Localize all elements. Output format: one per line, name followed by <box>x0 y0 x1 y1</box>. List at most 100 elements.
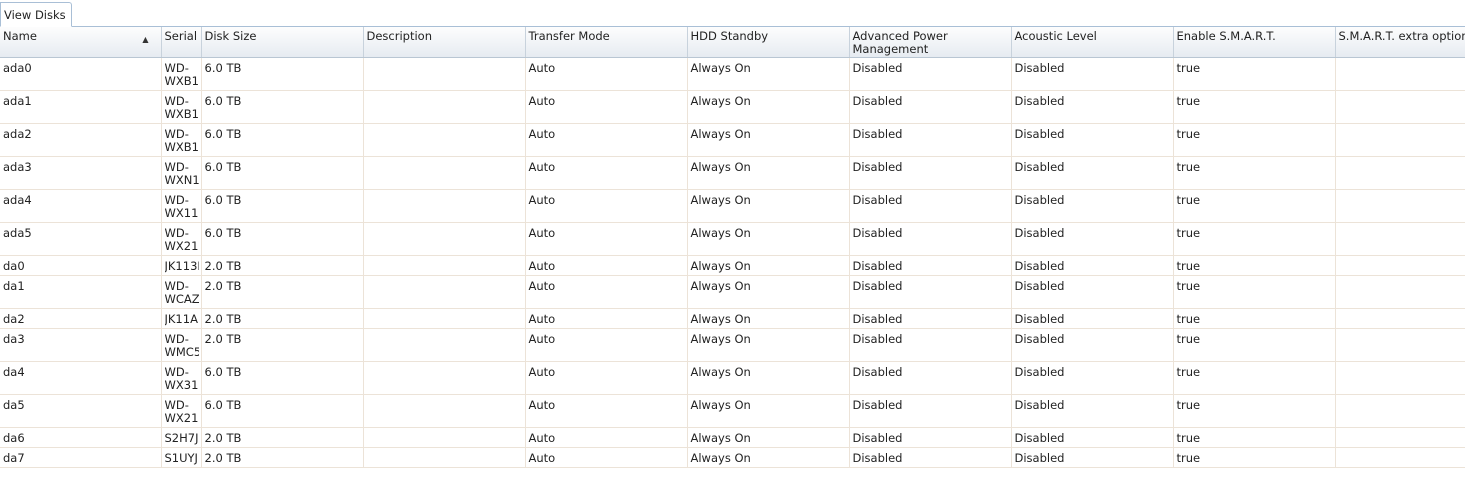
serial-line: WD- <box>164 94 189 108</box>
serial-line: WX21D <box>164 239 199 253</box>
tab-view-disks[interactable]: View Disks <box>0 2 72 27</box>
cell-serial: WD- WCAZ <box>161 275 202 309</box>
cell-enable-smart: true <box>1173 361 1336 395</box>
cell-transfer-mode: Auto <box>525 275 688 309</box>
cell-enable-smart: true <box>1173 328 1336 362</box>
table-row[interactable]: ada0WD-WXB1I6.0 TBAutoAlways OnDisabledD… <box>0 57 1465 91</box>
cell-acoustic-level: Disabled <box>1011 156 1174 190</box>
column-header-transfer-mode[interactable]: Transfer Mode <box>525 27 688 58</box>
table-row[interactable]: da1 WD- WCAZ 2.0 TB Auto Always On Disabled Dis… <box>0 275 1465 309</box>
column-header-apm[interactable]: Advanced Power Management <box>849 27 1012 58</box>
cell-hdd-standby: Always On <box>687 427 850 448</box>
cell-description <box>363 427 526 448</box>
cell-description <box>363 189 526 223</box>
cell-description <box>363 123 526 157</box>
cell-serial: WD-WXB1I <box>161 90 202 124</box>
cell-hdd-standby: Always On <box>687 328 850 362</box>
cell-description <box>363 328 526 362</box>
table-row[interactable]: da0 JK113I 2.0 TB Auto Always On Disabled Disa… <box>0 255 1465 276</box>
cell-description <box>363 394 526 428</box>
column-header-enable-smart[interactable]: Enable S.M.A.R.T. <box>1173 27 1336 58</box>
cell-hdd-standby: Always On <box>687 123 850 157</box>
column-header-label: Name <box>3 29 37 43</box>
column-header-name[interactable]: Name ▲ <box>0 27 162 58</box>
cell-apm: Disabled <box>849 447 1012 468</box>
cell-disk-size: 6.0 TB <box>201 361 364 395</box>
disks-table: Name ▲ Serial Disk Size Description Trans… <box>0 27 1465 468</box>
column-header-label: S.M.A.R.T. extra options <box>1338 29 1465 43</box>
column-header-acoustic-level[interactable]: Acoustic Level <box>1011 27 1174 58</box>
cell-hdd-standby: Always On <box>687 255 850 276</box>
table-row[interactable]: da7 S1UYJ 2.0 TB Auto Always On Disabled Disab… <box>0 447 1465 468</box>
cell-enable-smart: true <box>1173 447 1336 468</box>
table-row[interactable]: da6 S2H7J 2.0 TB Auto Always On Disabled Disab… <box>0 427 1465 448</box>
serial-line: WX31D <box>164 378 199 392</box>
table-row[interactable]: ada5WD-WX21D6.0 TBAutoAlways OnDisabledD… <box>0 222 1465 256</box>
serial-line: WD- <box>164 226 189 240</box>
cell-description <box>363 361 526 395</box>
sort-ascending-icon: ▲ <box>142 35 149 44</box>
cell-transfer-mode: Auto <box>525 189 688 223</box>
cell-acoustic-level: Disabled <box>1011 123 1174 157</box>
cell-smart-extra <box>1335 447 1465 468</box>
table-row[interactable]: da3 WD- WMC5 2.0 TB Auto Always On Disabled Dis… <box>0 328 1465 362</box>
column-header-smart-extra[interactable]: S.M.A.R.T. extra options <box>1335 27 1465 58</box>
cell-disk-size: 2.0 TB <box>201 275 364 309</box>
cell-transfer-mode: Auto <box>525 394 688 428</box>
cell-hdd-standby: Always On <box>687 57 850 91</box>
cell-disk-size: 6.0 TB <box>201 123 364 157</box>
table-row[interactable]: da4WD-WX31D6.0 TBAutoAlways OnDisabledDi… <box>0 361 1465 395</box>
cell-enable-smart: true <box>1173 123 1336 157</box>
cell-disk-size: 6.0 TB <box>201 156 364 190</box>
cell-disk-size: 6.0 TB <box>201 57 364 91</box>
cell-smart-extra <box>1335 57 1465 91</box>
cell-hdd-standby: Always On <box>687 275 850 309</box>
serial-line: WXB1I <box>164 74 199 88</box>
cell-apm: Disabled <box>849 308 1012 329</box>
cell-transfer-mode: Auto <box>525 427 688 448</box>
column-header-label: Serial <box>164 29 198 43</box>
cell-smart-extra <box>1335 308 1465 329</box>
cell-disk-size: 6.0 TB <box>201 222 364 256</box>
cell-enable-smart: true <box>1173 222 1336 256</box>
cell-acoustic-level: Disabled <box>1011 189 1174 223</box>
cell-apm: Disabled <box>849 394 1012 428</box>
serial-line: WD- <box>164 398 189 412</box>
cell-serial: JK11A <box>161 308 202 329</box>
table-row[interactable]: ada2WD-WXB1I6.0 TBAutoAlways OnDisabledD… <box>0 123 1465 157</box>
cell-apm: Disabled <box>849 57 1012 91</box>
column-header-label: Advanced Power Management <box>852 29 948 56</box>
column-header-label: Acoustic Level <box>1014 29 1097 43</box>
column-header-disk-size[interactable]: Disk Size <box>201 27 364 58</box>
cell-acoustic-level: Disabled <box>1011 222 1174 256</box>
table-row[interactable]: da5WD-WX21D6.0 TBAutoAlways OnDisabledDi… <box>0 394 1465 428</box>
cell-hdd-standby: Always On <box>687 90 850 124</box>
serial-line: WD- <box>164 332 189 346</box>
serial-line: JK113I <box>164 259 199 273</box>
cell-enable-smart: true <box>1173 90 1336 124</box>
cell-hdd-standby: Always On <box>687 447 850 468</box>
cell-name: ada0 <box>0 57 162 91</box>
column-header-hdd-standby[interactable]: HDD Standby <box>687 27 850 58</box>
table-row[interactable]: ada4WD-WX11D6.0 TBAutoAlways OnDisabledD… <box>0 189 1465 223</box>
cell-hdd-standby: Always On <box>687 156 850 190</box>
cell-acoustic-level: Disabled <box>1011 57 1174 91</box>
column-header-description[interactable]: Description <box>363 27 526 58</box>
table-row[interactable]: ada1WD-WXB1I6.0 TBAutoAlways OnDisabledD… <box>0 90 1465 124</box>
cell-serial: S2H7J <box>161 427 202 448</box>
cell-name: da0 <box>0 255 162 276</box>
cell-enable-smart: true <box>1173 308 1336 329</box>
cell-name: da2 <box>0 308 162 329</box>
cell-apm: Disabled <box>849 255 1012 276</box>
column-header-serial[interactable]: Serial <box>161 27 202 58</box>
table-row[interactable]: da2 JK11A 2.0 TB Auto Always On Disabled Disab… <box>0 308 1465 329</box>
grid-body: ada0WD-WXB1I6.0 TBAutoAlways OnDisabledD… <box>0 57 1465 468</box>
cell-acoustic-level: Disabled <box>1011 328 1174 362</box>
cell-smart-extra <box>1335 361 1465 395</box>
cell-smart-extra <box>1335 156 1465 190</box>
cell-description <box>363 447 526 468</box>
cell-transfer-mode: Auto <box>525 90 688 124</box>
cell-transfer-mode: Auto <box>525 156 688 190</box>
table-row[interactable]: ada3WD-WXN1I6.0 TBAutoAlways OnDisabledD… <box>0 156 1465 190</box>
cell-description <box>363 275 526 309</box>
